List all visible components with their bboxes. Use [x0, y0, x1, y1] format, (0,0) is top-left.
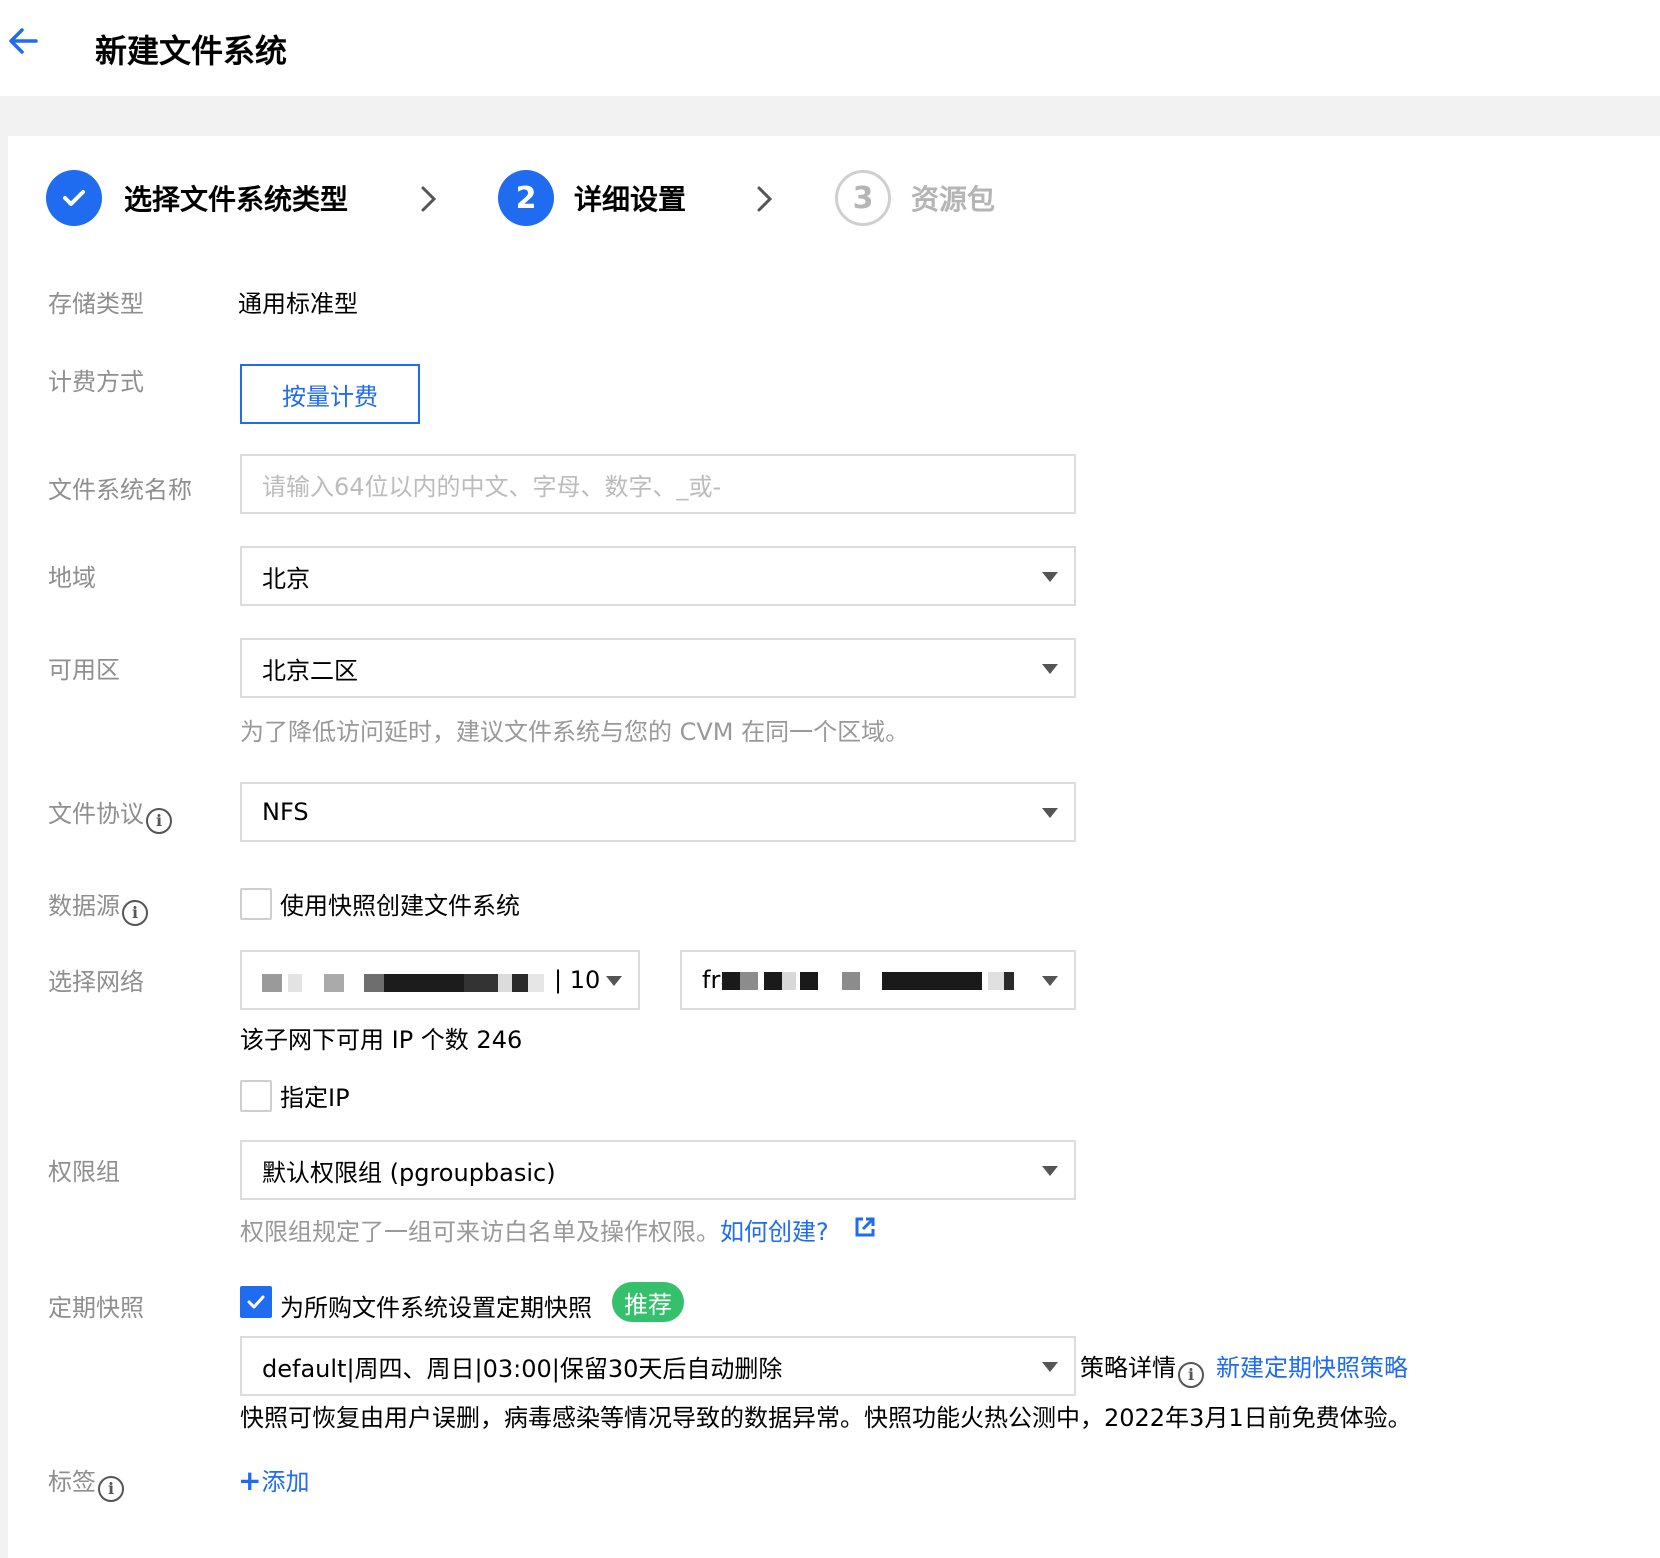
- redacted-mask: [740, 972, 758, 990]
- fs-name-input[interactable]: 请输入64位以内的中文、字母、数字、_或-: [240, 454, 1076, 514]
- redacted-mask: [842, 972, 860, 990]
- recommend-badge: 推荐: [612, 1282, 684, 1322]
- permission-select[interactable]: 默认权限组 (pgroupbasic): [240, 1140, 1076, 1200]
- step-3-circle: 3: [835, 170, 891, 226]
- chevron-right-icon: [754, 184, 776, 214]
- redacted-mask: [882, 972, 982, 990]
- region-value: 北京: [262, 564, 310, 593]
- redacted-mask: [528, 974, 544, 992]
- redacted-mask: [324, 974, 344, 992]
- redacted-mask: [1004, 972, 1014, 990]
- storage-type-label: 存储类型: [48, 290, 144, 318]
- redacted-mask: [764, 972, 782, 990]
- snapshot-policy-value: default|周四、周日|03:00|保留30天后自动删除: [262, 1354, 783, 1383]
- permission-hint-text: 权限组规定了一组可来访白名单及操作权限。: [240, 1218, 720, 1246]
- redacted-mask: [722, 972, 740, 990]
- policy-detail: 策略详情 i: [1080, 1348, 1204, 1388]
- specify-ip-label: 指定IP: [280, 1084, 350, 1112]
- redacted-mask: [464, 974, 498, 992]
- plus-icon: +: [238, 1464, 262, 1497]
- subnet-select[interactable]: fra: [680, 950, 1076, 1010]
- zone-value: 北京二区: [262, 656, 358, 685]
- redacted-mask: [262, 974, 282, 992]
- info-icon[interactable]: i: [98, 1475, 124, 1502]
- caret-down-icon: [1042, 572, 1058, 582]
- add-tag-button[interactable]: +添加: [238, 1462, 309, 1497]
- datasource-label: 数据源 i: [48, 886, 148, 926]
- caret-down-icon: [606, 976, 622, 986]
- protocol-label-text: 文件协议: [48, 800, 144, 828]
- zone-hint: 为了降低访问延时，建议文件系统与您的 CVM 在同一个区域。: [240, 718, 910, 746]
- chevron-right-icon: [418, 184, 440, 214]
- how-to-create-link[interactable]: 如何创建?: [720, 1218, 829, 1246]
- protocol-value: NFS: [262, 798, 309, 826]
- policy-detail-text: 策略详情: [1080, 1354, 1176, 1382]
- storage-type-value: 通用标准型: [238, 290, 358, 318]
- redacted-mask: [364, 974, 384, 992]
- zone-label: 可用区: [48, 656, 120, 684]
- tags-label: 标签 i: [48, 1462, 124, 1502]
- region-select[interactable]: 北京: [240, 546, 1076, 606]
- network-label: 选择网络: [48, 968, 144, 996]
- page-title: 新建文件系统: [95, 32, 288, 70]
- external-link-icon[interactable]: [854, 1216, 876, 1242]
- billing-option-button[interactable]: 按量计费: [240, 364, 420, 424]
- info-icon[interactable]: i: [1178, 1361, 1204, 1388]
- caret-down-icon: [1042, 1362, 1058, 1372]
- zone-select[interactable]: 北京二区: [240, 638, 1076, 698]
- caret-down-icon: [1042, 1166, 1058, 1176]
- info-icon[interactable]: i: [122, 899, 148, 926]
- redacted-mask: [384, 974, 464, 992]
- datasource-checkbox[interactable]: [240, 888, 272, 920]
- snapshot-label: 定期快照: [48, 1294, 144, 1322]
- specify-ip-checkbox[interactable]: [240, 1080, 272, 1112]
- protocol-label: 文件协议 i: [48, 794, 172, 834]
- add-tag-label: 添加: [261, 1468, 310, 1496]
- subnet-ip-info: 该子网下可用 IP 个数 246: [240, 1026, 523, 1054]
- redacted-mask: [782, 972, 796, 990]
- permission-label: 权限组: [48, 1158, 120, 1186]
- redacted-mask: [288, 974, 302, 992]
- fs-name-placeholder: 请输入64位以内的中文、字母、数字、_或-: [262, 472, 722, 501]
- datasource-label-text: 数据源: [48, 892, 120, 920]
- step-3-label: 资源包: [911, 183, 996, 216]
- permission-value: 默认权限组 (pgroupbasic): [262, 1158, 556, 1187]
- caret-down-icon: [1042, 976, 1058, 986]
- redacted-mask: [800, 972, 818, 990]
- step-1-label: 选择文件系统类型: [124, 183, 349, 216]
- step-2-label: 详细设置: [574, 183, 687, 216]
- billing-label: 计费方式: [48, 368, 144, 396]
- top-bar: 新建文件系统: [0, 0, 1660, 96]
- tags-label-text: 标签: [48, 1468, 96, 1496]
- info-icon[interactable]: i: [146, 807, 172, 834]
- region-label: 地域: [48, 564, 96, 592]
- form-card: 选择文件系统类型 2 详细设置 3 资源包 存储类型 通用标准型 计费方式 按量…: [8, 136, 1660, 1558]
- caret-down-icon: [1042, 808, 1058, 818]
- permission-hint: 权限组规定了一组可来访白名单及操作权限。如何创建?: [240, 1212, 829, 1247]
- redacted-mask: [988, 972, 1004, 990]
- new-snapshot-policy-link[interactable]: 新建定期快照策略: [1216, 1348, 1408, 1383]
- snapshot-policy-select[interactable]: default|周四、周日|03:00|保留30天后自动删除: [240, 1336, 1076, 1396]
- snapshot-note: 快照可恢复由用户误删，病毒感染等情况导致的数据异常。快照功能火热公测中，2022…: [240, 1404, 1412, 1432]
- vpc-select[interactable]: | 10: [240, 950, 640, 1010]
- caret-down-icon: [1042, 664, 1058, 674]
- vpc-suffix: | 10: [554, 966, 601, 994]
- snapshot-checkbox-label: 为所购文件系统设置定期快照: [280, 1294, 592, 1322]
- step-2-circle: 2: [498, 170, 554, 226]
- fs-name-label: 文件系统名称: [48, 476, 192, 504]
- step-1-check-icon: [46, 170, 102, 226]
- datasource-checkbox-label: 使用快照创建文件系统: [280, 892, 520, 920]
- protocol-select[interactable]: NFS: [240, 782, 1076, 842]
- back-arrow-icon[interactable]: [6, 24, 40, 58]
- snapshot-checkbox[interactable]: [240, 1286, 272, 1318]
